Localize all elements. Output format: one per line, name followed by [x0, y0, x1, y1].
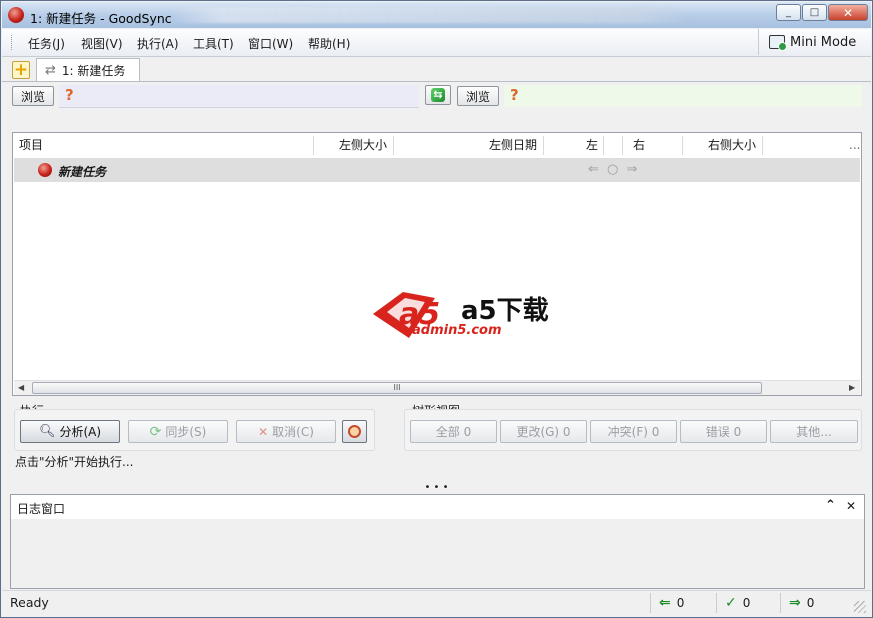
ok-counter: ✓ 0 — [716, 593, 780, 613]
left-path-field[interactable]: ? — [59, 85, 419, 108]
left-changes-counter: ⇐ 0 — [650, 593, 716, 613]
right-arrows-icon: ⇒ — [789, 595, 801, 611]
browse-right-button[interactable]: 浏览 — [457, 86, 499, 106]
close-log-icon[interactable]: ✕ — [846, 499, 856, 513]
status-bar: Ready ⇐ 0 ✓ 0 ⇒ 0 — [2, 590, 871, 616]
right-changes-count: 0 — [806, 596, 815, 610]
maximize-button[interactable]: □ — [802, 4, 827, 21]
title-bar[interactable]: 1: 新建任务 - GoodSync _ □ ✕ — [2, 2, 871, 28]
cancel-icon: ✕ — [258, 424, 269, 439]
menu-grip — [11, 35, 14, 50]
status-text: Ready — [10, 595, 49, 610]
col-item[interactable]: 项目 — [19, 133, 43, 158]
filter-changed-button[interactable]: 更改(G) 0 — [500, 420, 587, 443]
menu-view[interactable]: 视图(V) — [81, 35, 123, 52]
right-changes-counter: ⇒ 0 — [780, 593, 846, 613]
col-right-size[interactable]: 右侧大小 — [708, 133, 756, 158]
file-tree[interactable]: 项目 左侧大小 左侧日期 左 右 右侧大小 ... 新建任务 ⇐ ○ ⇒ a5 … — [12, 132, 862, 396]
scheduler-button[interactable] — [342, 420, 367, 443]
col-left[interactable]: 左 — [586, 133, 598, 158]
col-separator[interactable] — [313, 136, 314, 155]
watermark-title: a5下载 — [461, 296, 549, 326]
sync-button[interactable]: ⟳ 同步(S) — [128, 420, 228, 443]
tab-task-1[interactable]: ⇄ 1: 新建任务 — [36, 58, 140, 81]
right-path-field[interactable]: ? — [504, 85, 862, 107]
tab-label: 1: 新建任务 — [61, 63, 126, 78]
collapse-log-icon[interactable]: ⌃ — [825, 498, 836, 513]
left-unknown-icon: ? — [65, 86, 74, 104]
sync-direction-icon: ⇆ — [431, 88, 445, 102]
browse-left-button[interactable]: 浏览 — [12, 86, 54, 106]
left-arrows-icon: ⇐ — [659, 595, 671, 611]
filter-all-button[interactable]: 全部 0 — [410, 420, 497, 443]
blurred-title-area — [170, 7, 690, 23]
exec-hint: 点击"分析"开始执行... — [15, 455, 134, 469]
left-changes-count: 0 — [676, 596, 685, 610]
scroll-left-arrow[interactable]: ◀ — [18, 383, 24, 392]
resize-grip[interactable] — [854, 601, 866, 613]
horizontal-scrollbar[interactable]: ◀ III ▶ — [14, 380, 860, 395]
menu-bar: 任务(J) 视图(V) 执行(A) 工具(T) 窗口(W) 帮助(H) Mini… — [2, 29, 871, 57]
log-title: 日志窗口 — [17, 502, 66, 516]
log-header: 日志窗口 ⌃ ✕ — [11, 495, 864, 520]
right-unknown-icon: ? — [510, 86, 519, 104]
col-overflow[interactable]: ... — [849, 133, 860, 158]
menu-help[interactable]: 帮助(H) — [308, 35, 350, 52]
analyze-button[interactable]: 🔍︎ 分析(A) — [20, 420, 120, 443]
sync-icon: ⟳ — [149, 423, 162, 440]
watermark-url: admin5.com — [412, 323, 502, 338]
menu-tools[interactable]: 工具(T) — [193, 35, 234, 52]
scroll-thumb[interactable]: III — [32, 382, 762, 394]
col-separator[interactable] — [762, 136, 763, 155]
menu-window[interactable]: 窗口(W) — [248, 35, 293, 52]
sync-label: 同步(S) — [165, 425, 207, 439]
panel-splitter[interactable]: • • • — [2, 483, 871, 493]
filter-other-button[interactable]: 其他... — [770, 420, 858, 443]
scroll-right-arrow[interactable]: ▶ — [849, 383, 855, 392]
col-separator[interactable] — [393, 136, 394, 155]
row-direction-controls[interactable]: ⇐ ○ ⇒ — [588, 162, 639, 177]
filter-conflict-button[interactable]: 冲突(F) 0 — [590, 420, 677, 443]
col-separator[interactable] — [682, 136, 683, 155]
col-left-date[interactable]: 左侧日期 — [489, 133, 537, 158]
minimize-button[interactable]: _ — [776, 4, 801, 21]
tree-row-job[interactable]: 新建任务 ⇐ ○ ⇒ — [14, 158, 860, 182]
window-title: 1: 新建任务 - GoodSync — [30, 11, 172, 26]
log-window: 日志窗口 ⌃ ✕ — [10, 494, 865, 589]
a5-watermark-logo: a5 a5下载 admin5.com — [369, 288, 549, 344]
mini-mode-icon — [769, 35, 787, 51]
job-name: 新建任务 — [58, 165, 107, 179]
menu-task[interactable]: 任务(J) — [28, 35, 65, 52]
ok-count: 0 — [742, 596, 751, 610]
mini-mode-label: Mini Mode — [790, 34, 857, 50]
menu-execute[interactable]: 执行(A) — [137, 35, 179, 52]
close-button[interactable]: ✕ — [828, 4, 868, 21]
cancel-button[interactable]: ✕ 取消(C) — [236, 420, 336, 443]
filter-error-button[interactable]: 错误 0 — [680, 420, 767, 443]
add-task-button[interactable]: + — [12, 61, 30, 79]
log-content[interactable] — [11, 519, 864, 588]
col-separator[interactable] — [603, 136, 604, 155]
alarm-clock-icon — [348, 425, 361, 438]
magnifier-icon: 🔍︎ — [38, 424, 56, 439]
col-separator[interactable] — [622, 136, 623, 155]
sync-arrows-icon: ⇄ — [45, 62, 56, 78]
checkmark-icon: ✓ — [725, 595, 737, 611]
cancel-label: 取消(C) — [272, 425, 314, 439]
col-left-size[interactable]: 左侧大小 — [339, 133, 387, 158]
app-window: 1: 新建任务 - GoodSync _ □ ✕ 任务(J) 视图(V) 执行(… — [0, 0, 873, 618]
col-separator[interactable] — [543, 136, 544, 155]
col-right[interactable]: 右 — [633, 133, 645, 158]
sync-direction-button[interactable]: ⇆ — [425, 85, 451, 105]
goodsync-app-icon[interactable] — [8, 7, 24, 23]
job-icon — [38, 163, 52, 177]
analyze-label: 分析(A) — [59, 425, 102, 439]
mini-mode-button[interactable]: Mini Mode — [758, 29, 868, 55]
